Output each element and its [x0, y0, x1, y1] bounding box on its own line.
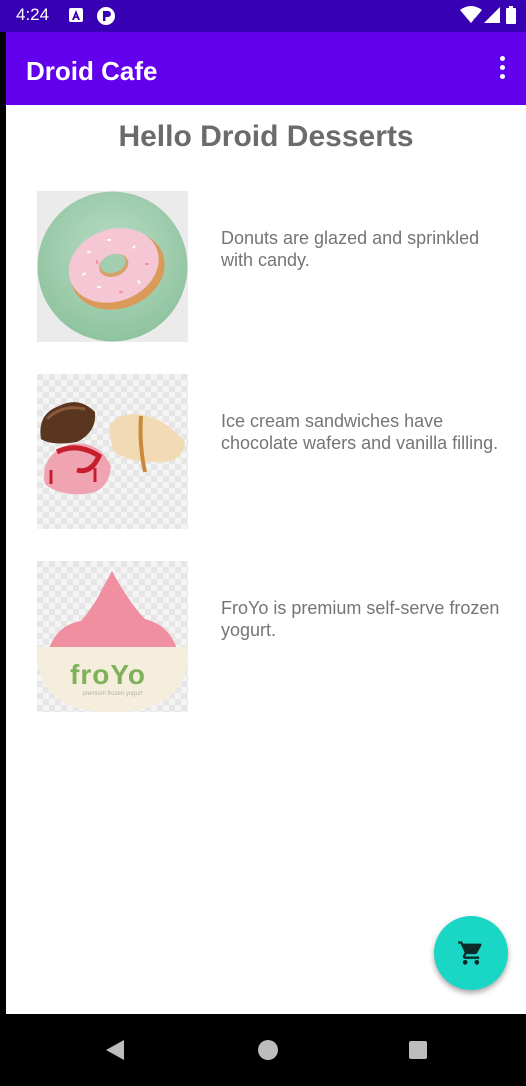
home-icon[interactable]	[252, 1034, 284, 1066]
item-description: Donuts are glazed and sprinkled with can…	[221, 228, 480, 270]
app-window: Droid Cafe Hello Droid Desserts Donuts a…	[6, 32, 526, 1014]
donut-image[interactable]	[37, 191, 188, 342]
status-time: 4:24	[16, 5, 50, 24]
cart-button[interactable]	[434, 916, 508, 990]
shopping-cart-icon	[458, 941, 482, 965]
navigation-bar	[0, 1014, 526, 1086]
back-icon[interactable]	[100, 1034, 132, 1066]
ice-cream-sandwich-image[interactable]	[37, 374, 188, 529]
item-description: FroYo is premium self-serve frozen yogur…	[221, 598, 500, 640]
status-bar: 4:24 x	[0, 0, 526, 32]
app-title: Droid Cafe	[26, 56, 158, 86]
recents-icon[interactable]	[402, 1034, 434, 1066]
signal-icon	[484, 6, 500, 29]
battery-icon	[506, 6, 516, 29]
page-title: Hello Droid Desserts	[118, 120, 414, 153]
list-item: Donuts are glazed and sprinkled with can…	[37, 191, 517, 343]
wifi-icon: x	[460, 6, 482, 29]
a-notification-icon	[68, 6, 84, 29]
app-notification-icon	[96, 6, 116, 31]
app-bar: Droid Cafe	[6, 32, 526, 105]
froyo-tagline: premium frozen yogurt	[82, 691, 143, 697]
froyo-image[interactable]: froYo premium frozen yogurt	[37, 561, 188, 712]
item-description: Ice cream sandwiches have chocolate wafe…	[221, 411, 499, 453]
list-item: froYo premium frozen yogurt FroYo is pre…	[37, 561, 517, 713]
list-item: Ice cream sandwiches have chocolate wafe…	[37, 374, 517, 529]
more-vert-icon[interactable]	[496, 56, 508, 82]
froyo-logo-text: froYo	[70, 659, 147, 690]
svg-text:x: x	[473, 16, 478, 24]
